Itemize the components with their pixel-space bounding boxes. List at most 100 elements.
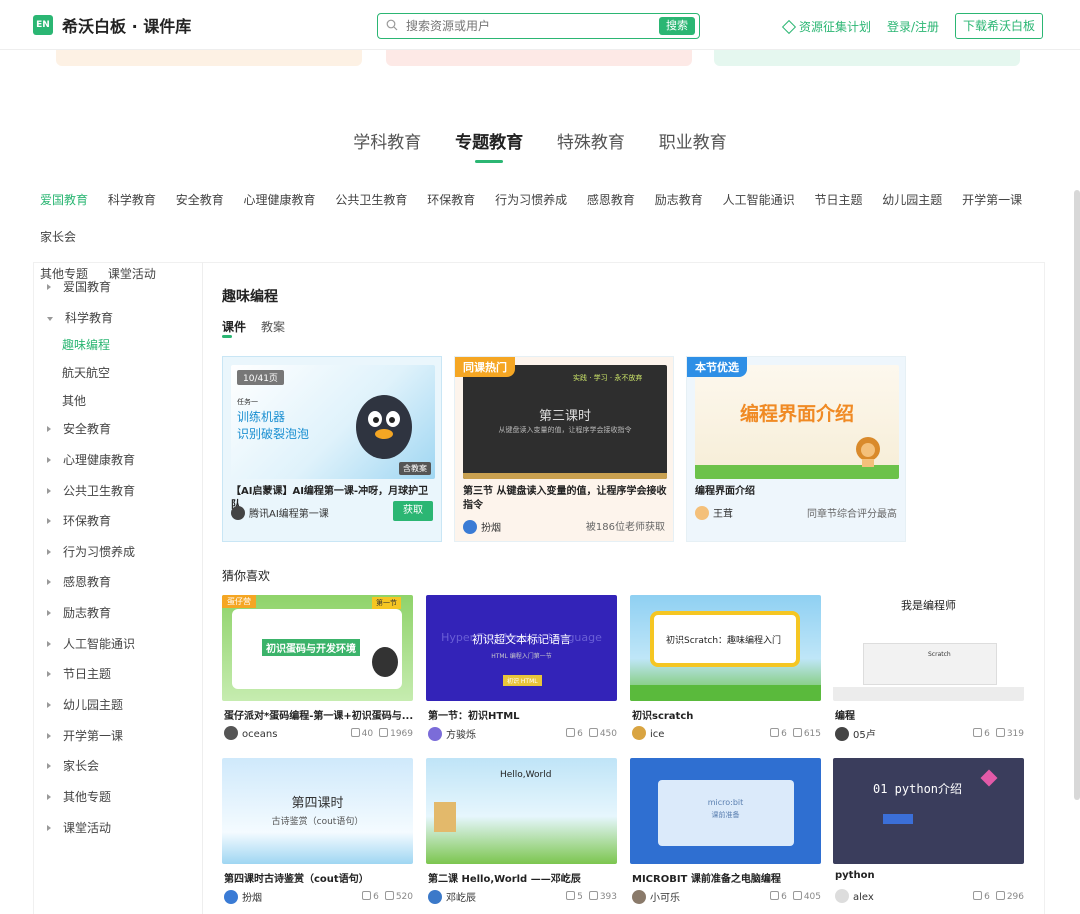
card-title[interactable]: 第三节 从键盘读入变量的值，让程序学会接收指令 (463, 485, 669, 513)
sidebar-item-label: 幼儿园主题 (63, 698, 124, 712)
banner-card[interactable] (714, 50, 1020, 66)
tab-courseware[interactable]: 课件 (222, 318, 246, 338)
search-input[interactable] (406, 17, 646, 35)
course-card[interactable]: micro:bit 课前准备 MICROBIT 课前准备之电脑编程 小可乐 6 4… (630, 758, 821, 908)
sidebar-item[interactable]: 节日主题 (47, 665, 111, 682)
subcat-item[interactable]: 安全教育 (176, 182, 224, 219)
subcat-item[interactable]: 心理健康教育 (244, 182, 316, 219)
card-title[interactable]: 第二课 Hello,World ——邓屹辰 (428, 870, 618, 885)
sidebar-item[interactable]: 环保教育 (47, 512, 111, 529)
avatar (428, 727, 442, 741)
card-author[interactable]: 王茸 (695, 505, 733, 520)
download-app-button[interactable]: 下载希沃白板 (955, 13, 1043, 39)
thumb-text: 任务一 (237, 398, 258, 406)
tab-topic-education[interactable]: 专题教育 (455, 128, 523, 163)
sidebar-item[interactable]: 爱国教育 (47, 278, 111, 295)
tab-subject-education[interactable]: 学科教育 (353, 128, 421, 163)
featured-card[interactable]: 10/41页 任务一 训练机器 识别破裂泡泡 含教案 【AI启蒙课】AI编程第一… (222, 356, 442, 542)
subcat-item[interactable]: 励志教育 (655, 182, 703, 219)
sidebar-subitem[interactable]: 趣味编程 (62, 336, 110, 353)
avatar (231, 506, 245, 520)
course-card[interactable]: 我是编程师 Scratch 编程 05卢 6 319 (833, 595, 1024, 745)
card-title[interactable]: 初识scratch (632, 707, 822, 722)
resource-plan-label: 资源征集计划 (799, 20, 872, 34)
course-card[interactable]: 初识Scratch：趣味编程入门 初识scratch ice 6 615 (630, 595, 821, 745)
author-name: 腾讯AI编程第一课 (249, 509, 329, 520)
site-logo-text[interactable]: 希沃白板 · 课件库 (62, 13, 191, 37)
card-author[interactable]: 邓屹辰 (428, 889, 476, 904)
sidebar-subitem[interactable]: 航天航空 (62, 364, 110, 381)
card-title[interactable]: 第四课时古诗鉴赏（cout语句） (224, 870, 414, 885)
resource-plan-link[interactable]: 资源征集计划 (781, 18, 872, 35)
logo-badge[interactable]: EN (33, 15, 53, 35)
sidebar-item[interactable]: 安全教育 (47, 420, 111, 437)
tab-vocational-education[interactable]: 职业教育 (659, 128, 727, 163)
sidebar-item[interactable]: 开学第一课 (47, 727, 123, 744)
subcat-item[interactable]: 爱国教育 (40, 182, 88, 219)
sidebar-item[interactable]: 幼儿园主题 (47, 696, 123, 713)
thumb-sub: 课前准备 (711, 811, 740, 819)
card-title[interactable]: 第一节：初识HTML (428, 707, 618, 722)
card-title[interactable]: python (835, 870, 1025, 881)
banner-card[interactable] (386, 50, 692, 66)
featured-card[interactable]: 实践 · 学习 · 永不放弃 第三课时 从键盘读入变量的值，让程序学会接收指令 … (454, 356, 674, 542)
sidebar-item[interactable]: 行为习惯养成 (47, 543, 135, 560)
sidebar-item[interactable]: 公共卫生教育 (47, 482, 135, 499)
sidebar-item[interactable]: 科学教育 (47, 309, 113, 326)
card-author[interactable]: 方骏烁 (428, 726, 476, 741)
subcat-item[interactable]: 行为习惯养成 (495, 182, 567, 219)
course-card[interactable]: Hello,World 第二课 Hello,World ——邓屹辰 邓屹辰 5 3… (426, 758, 617, 908)
hot-tag: 同课热门 (455, 357, 515, 377)
featured-card[interactable]: 编程界面介绍 本节优选 编程界面介绍 王茸 同章节综合评分最高 (686, 356, 906, 542)
sidebar-item[interactable]: 其他专题 (47, 788, 111, 805)
subcat-item[interactable]: 家长会 (40, 219, 76, 256)
subcat-item[interactable]: 科学教育 (108, 182, 156, 219)
sidebar-item[interactable]: 心理健康教育 (47, 451, 135, 468)
category-sidebar: 爱国教育 科学教育 趣味编程 航天航空 其他 安全教育 心理健康教育 公共卫生教… (33, 262, 203, 914)
search-button[interactable]: 搜索 (659, 17, 695, 35)
card-author[interactable]: 小可乐 (632, 889, 680, 904)
card-author[interactable]: oceans (224, 726, 277, 740)
subcat-item[interactable]: 环保教育 (427, 182, 475, 219)
sidebar-item[interactable]: 课堂活动 (47, 819, 111, 836)
get-button[interactable]: 获取 (393, 501, 433, 521)
subcat-item[interactable]: 节日主题 (814, 182, 862, 219)
banner-card[interactable] (56, 50, 362, 66)
author-name: 扮烟 (242, 893, 262, 904)
sidebar-item-label: 环保教育 (63, 514, 112, 528)
like-icon (566, 728, 576, 737)
subcat-item[interactable]: 感恩教育 (587, 182, 635, 219)
subcat-item[interactable]: 人工智能通识 (723, 182, 795, 219)
sidebar-item[interactable]: 感恩教育 (47, 573, 111, 590)
sidebar-item[interactable]: 家长会 (47, 757, 99, 774)
download-icon (995, 891, 1005, 900)
course-card[interactable]: 蛋仔营 第一节 初识蛋码与开发环境 蛋仔派对*蛋码编程-第一课+初识蛋码与...… (222, 595, 413, 745)
sidebar-item-label: 行为习惯养成 (63, 545, 136, 559)
card-author[interactable]: 05卢 (835, 726, 876, 741)
course-card[interactable]: 第四课时 古诗鉴赏（cout语句） 第四课时古诗鉴赏（cout语句） 扮烟 6 5… (222, 758, 413, 908)
page-scrollbar[interactable] (1074, 190, 1080, 800)
card-title[interactable]: 编程 (835, 707, 1025, 722)
subcat-item[interactable]: 幼儿园主题 (882, 182, 942, 219)
card-author[interactable]: ice (632, 726, 664, 740)
subcat-item[interactable]: 开学第一课 (962, 182, 1022, 219)
sidebar-item[interactable]: 人工智能通识 (47, 635, 135, 652)
course-card[interactable]: Hyper Text Markup Language 初识超文本标记语言 HTM… (426, 595, 617, 745)
card-title[interactable]: MICROBIT 课前准备之电脑编程 (632, 870, 822, 885)
card-author[interactable]: 腾讯AI编程第一课 (231, 505, 329, 520)
tab-special-education[interactable]: 特殊教育 (557, 128, 625, 163)
tab-lesson-plan[interactable]: 教案 (261, 318, 285, 335)
thumb-text: 我是编程师 (901, 599, 956, 612)
card-author[interactable]: 扮烟 (224, 889, 262, 904)
course-card[interactable]: 01 python介绍 python alex 6 296 (833, 758, 1024, 908)
login-register-link[interactable]: 登录/注册 (887, 18, 939, 35)
lion-illustration (856, 437, 880, 467)
sidebar-item[interactable]: 励志教育 (47, 604, 111, 621)
sidebar-subitem[interactable]: 其他 (62, 392, 86, 409)
card-author[interactable]: 扮烟 (463, 519, 501, 534)
card-title[interactable]: 编程界面介绍 (695, 485, 901, 499)
card-author[interactable]: alex (835, 889, 874, 903)
card-title[interactable]: 蛋仔派对*蛋码编程-第一课+初识蛋码与... (224, 707, 414, 722)
subcat-item[interactable]: 公共卫生教育 (335, 182, 407, 219)
card-meta: 同章节综合评分最高 (807, 509, 897, 520)
